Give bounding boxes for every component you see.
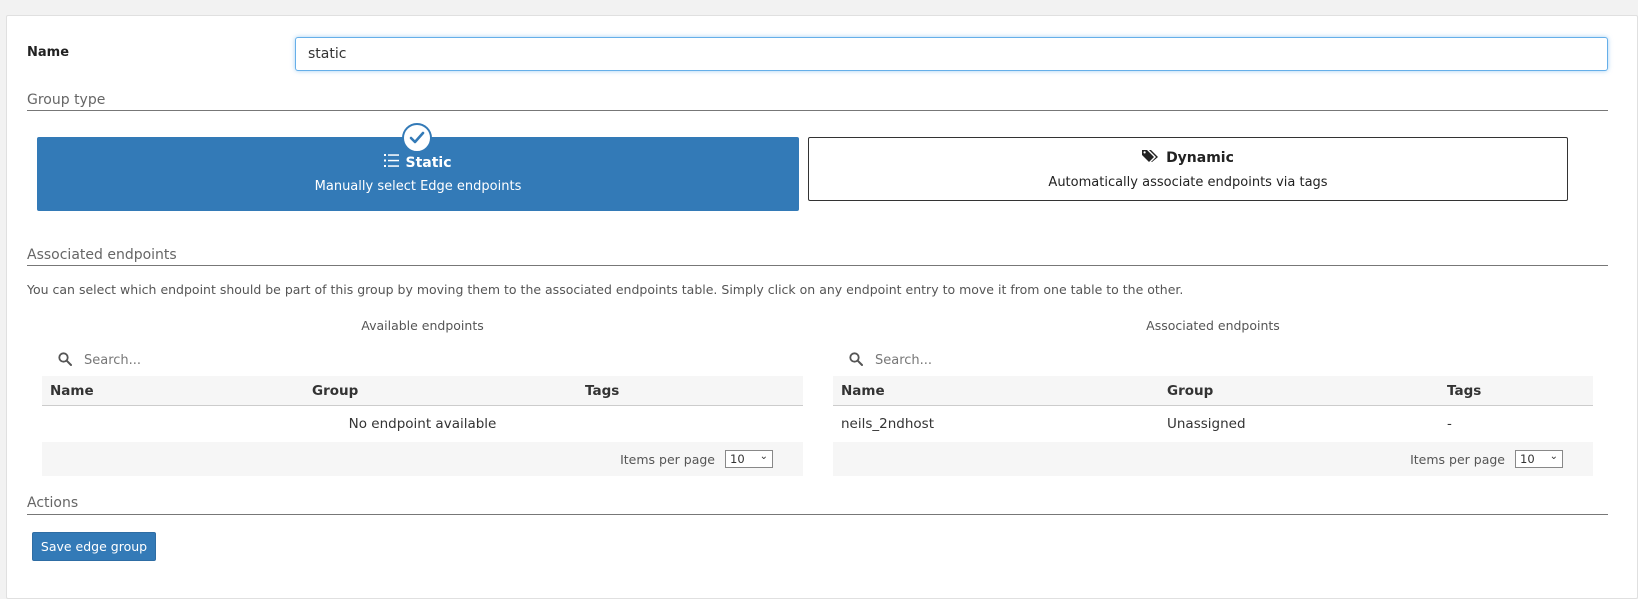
column-header-tags[interactable]: Tags	[1447, 383, 1481, 399]
list-icon	[384, 154, 400, 171]
static-option-title-row: Static	[384, 154, 452, 171]
table-row[interactable]: neils_2ndhost Unassigned -	[833, 406, 1593, 442]
column-header-tags[interactable]: Tags	[584, 383, 619, 399]
associated-search-input[interactable]	[873, 351, 1173, 369]
endpoint-tags-cell: -	[1447, 416, 1452, 432]
column-header-name[interactable]: Name	[42, 383, 311, 399]
endpoint-name-cell: neils_2ndhost	[841, 416, 935, 432]
available-table-header: Name Group Tags	[42, 376, 803, 406]
dynamic-option-description: Automatically associate endpoints via ta…	[1048, 174, 1328, 190]
items-per-page-select[interactable]: 10 ⌄	[1515, 450, 1563, 468]
dynamic-group-option[interactable]: Dynamic Automatically associate endpoint…	[808, 137, 1568, 201]
chevron-down-icon: ⌄	[759, 451, 768, 462]
actions-divider	[27, 514, 1608, 515]
dynamic-option-title: Dynamic	[1166, 149, 1234, 166]
associated-search-bar	[833, 344, 1593, 376]
endpoint-group-cell: Unassigned	[1167, 416, 1246, 432]
associated-table-header: Name Group Tags	[833, 376, 1593, 406]
save-edge-group-button[interactable]: Save edge group	[32, 532, 156, 561]
static-option-description: Manually select Edge endpoints	[314, 179, 522, 194]
tags-icon	[1142, 149, 1160, 167]
available-search-bar	[42, 344, 803, 376]
column-header-group[interactable]: Group	[1167, 383, 1447, 399]
available-table-caption: Available endpoints	[361, 318, 484, 333]
items-per-page-label: Items per page	[1410, 451, 1505, 467]
column-header-name[interactable]: Name	[833, 383, 1167, 399]
associated-help-text: You can select which endpoint should be …	[27, 282, 1184, 297]
name-input[interactable]	[295, 37, 1608, 71]
actions-title: Actions	[27, 495, 79, 511]
group-type-title: Group type	[27, 92, 106, 108]
items-per-page-label: Items per page	[620, 451, 715, 467]
associated-endpoints-title: Associated endpoints	[27, 247, 177, 263]
items-per-page-select[interactable]: 10 ⌄	[725, 450, 773, 468]
items-per-page-value: 10	[730, 452, 745, 466]
associated-endpoints-divider	[27, 265, 1608, 266]
dynamic-option-title-row: Dynamic	[1142, 149, 1234, 167]
chevron-down-icon: ⌄	[1549, 451, 1558, 462]
associated-endpoints-table: Associated endpoints Name Group Tags nei…	[833, 318, 1593, 476]
edge-group-form-panel	[6, 15, 1638, 599]
search-icon	[58, 351, 72, 370]
available-search-input[interactable]	[82, 351, 382, 369]
search-icon	[849, 351, 863, 370]
column-header-group[interactable]: Group	[311, 383, 584, 399]
available-table-footer: Items per page 10 ⌄	[42, 442, 803, 476]
empty-table-message: No endpoint available	[348, 416, 497, 432]
static-option-title: Static	[405, 154, 452, 171]
associated-table-footer: Items per page 10 ⌄	[833, 442, 1593, 476]
available-endpoints-table: Available endpoints Name Group Tags No e…	[42, 318, 803, 476]
name-label: Name	[27, 45, 70, 60]
items-per-page-value: 10	[1520, 452, 1535, 466]
associated-table-caption: Associated endpoints	[1146, 318, 1280, 333]
selected-check-icon	[402, 123, 432, 153]
group-type-divider	[27, 110, 1608, 111]
